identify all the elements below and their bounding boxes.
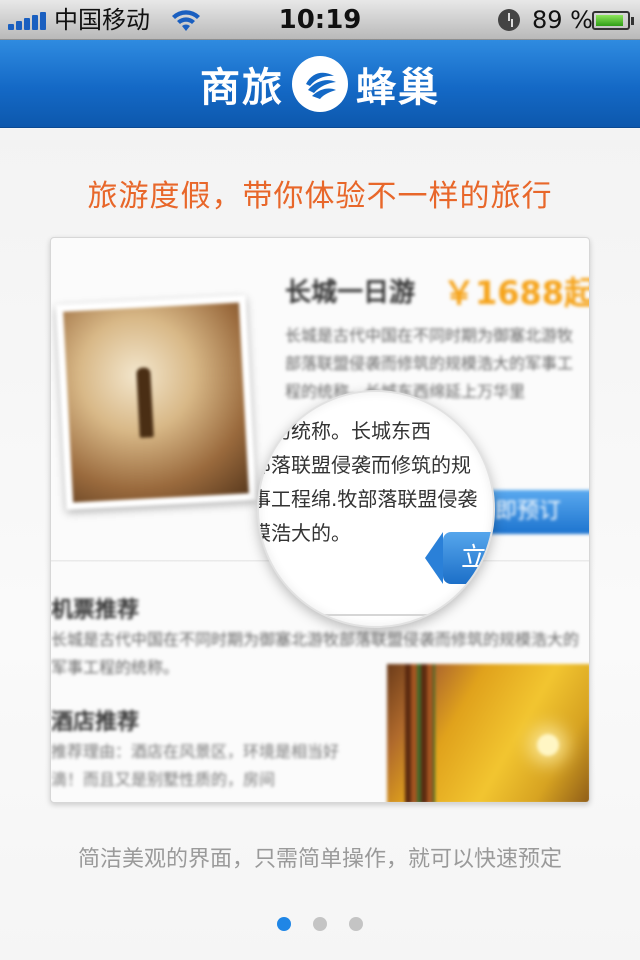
page-tagline: 简洁美观的界面，只需简单操作，就可以快速预定 (77, 847, 562, 872)
brand-logo-group: 商旅 蜂巢 (0, 40, 640, 128)
magnified-line: 部落联盟侵袭而修筑的规 (257, 453, 471, 477)
preview-hotel-section-title: 酒店推荐 (51, 710, 140, 735)
alarm-clock-icon (498, 9, 520, 31)
brand-name-left: 商旅 (200, 65, 284, 111)
page-dot[interactable] (277, 917, 291, 931)
battery-percentage: 89 % (532, 6, 593, 34)
magnified-line: 事工程绵.牧部落联盟侵袭 (257, 487, 478, 511)
preview-trip-title: 长城一日游 (285, 278, 416, 308)
battery-icon (592, 11, 634, 30)
preview-trip-price: ￥1688起 (443, 274, 590, 312)
magnified-text: 程的统称。长城东西 部落联盟侵袭而修筑的规 事工程绵.牧部落联盟侵袭 模浩大的。 (257, 414, 493, 550)
china-mobile-logo-icon (292, 56, 348, 112)
preview-trip-description: 长城是古代中国在不同时期为御塞北游牧部落联盟侵袭而修筑的规模浩大的军事工程的统称… (285, 326, 574, 401)
onboarding-page[interactable]: 旅游度假，带你体验不一样的旅行 长城一日游 ￥1688起 长城是古代中国在不同时… (0, 129, 640, 960)
magnifier-lens: 程的统称。长城东西 部落联盟侵袭而修筑的规 事工程绵.牧部落联盟侵袭 模浩大的。… (257, 390, 495, 628)
battery-level-fill (596, 15, 623, 26)
status-bar: 中国移动 10:19 89 % (0, 0, 640, 40)
preview-hotel-section-text: 推荐理由：酒店在风景区，环境是相当好滴！而且又是别墅性质的，房间 (51, 742, 340, 789)
page-indicator[interactable] (0, 917, 640, 931)
magnified-divider (317, 614, 437, 616)
page-headline: 旅游度假，带你体验不一样的旅行 (87, 179, 553, 214)
preview-book-button: 即预订 (481, 490, 589, 534)
page-dot[interactable] (349, 917, 363, 931)
app-header: 商旅 蜂巢 (0, 40, 640, 128)
great-wall-photo (55, 295, 257, 510)
magnified-book-button: 立 (425, 532, 493, 584)
page-dot[interactable] (313, 917, 327, 931)
brand-name-right: 蜂巢 (356, 65, 440, 111)
hotel-room-photo (387, 664, 589, 802)
feature-preview-image: 长城一日游 ￥1688起 长城是古代中国在不同时期为御塞北游牧部落联盟侵袭而修筑… (50, 237, 590, 803)
preview-flight-section-title: 机票推荐 (51, 598, 140, 623)
magnified-line: 程的统称。长城东西 (257, 419, 431, 443)
